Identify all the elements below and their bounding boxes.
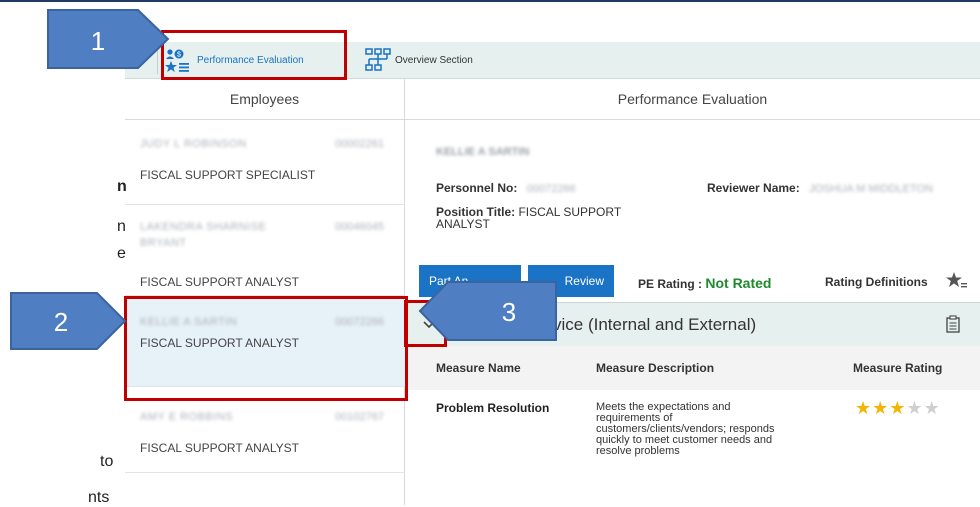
column-measure-rating: Measure Rating xyxy=(853,361,943,375)
employee-name: AMY E ROBBINS xyxy=(140,411,234,423)
callout-1-number: 1 xyxy=(91,26,105,56)
star-filled-icon[interactable]: ★ xyxy=(889,398,906,418)
employee-name-line2: BRYANT xyxy=(140,237,187,249)
employee-row[interactable]: JUDY L ROBINSON 00002261 FISCAL SUPPORT … xyxy=(125,120,405,205)
column-measure-description: Measure Description xyxy=(596,361,715,375)
column-measure-name: Measure Name xyxy=(436,361,521,375)
measure-description: Meets the expectations and requirements … xyxy=(596,402,775,457)
clipboard-icon[interactable] xyxy=(946,315,960,333)
pe-rating-value: Not Rated xyxy=(705,275,772,291)
callout-1: 1 xyxy=(47,9,170,69)
top-border xyxy=(0,0,980,2)
personnel-label: Personnel No: xyxy=(436,181,518,195)
personnel-number: Personnel No: 00072266 xyxy=(436,181,576,195)
position-value: FISCAL SUPPORT xyxy=(518,205,622,219)
table-row: Problem Resolution Meets the expectation… xyxy=(405,390,980,505)
measure-rating-stars[interactable]: ★★★★★ xyxy=(855,398,941,419)
rating-definitions-label: Rating Definitions xyxy=(825,275,928,289)
employee-name: LAKENDRA SHARNISE xyxy=(140,221,267,233)
employee-title: FISCAL SUPPORT ANALYST xyxy=(140,275,299,289)
rating-definitions-icon[interactable] xyxy=(946,272,968,290)
section-title: vice (Internal and External) xyxy=(553,315,757,334)
personnel-value: 00072266 xyxy=(526,183,576,195)
employee-row[interactable]: LAKENDRA SHARNISE BRYANT 00046045 FISCAL… xyxy=(125,205,405,296)
callout-3-number: 3 xyxy=(502,297,516,327)
star-empty-icon[interactable]: ★ xyxy=(924,398,941,418)
employee-number: 00046045 xyxy=(335,221,384,233)
employee-title: FISCAL SUPPORT ANALYST xyxy=(140,441,299,455)
employee-title: FISCAL SUPPORT SPECIALIST xyxy=(140,168,316,182)
reviewer-value: JOSHUA M MIDDLETON xyxy=(809,183,933,195)
background-text-4: to xyxy=(100,453,114,470)
tab-overview-section[interactable]: Overview Section xyxy=(365,42,473,78)
review-label: Review xyxy=(564,274,604,288)
overview-org-icon xyxy=(365,48,391,71)
employees-header: Employees xyxy=(125,79,404,120)
pe-rating-label: PE Rating : xyxy=(638,277,703,291)
highlight-box-employee xyxy=(124,296,408,401)
pe-rating: PE Rating : Not Rated xyxy=(638,275,771,291)
reviewer-name: Reviewer Name: JOSHUA M MIDDLETON xyxy=(707,181,933,195)
description-line: resolve problems xyxy=(596,445,680,457)
performance-header: Performance Evaluation xyxy=(405,79,980,120)
callout-3: 3 xyxy=(418,281,557,341)
tab-overview-label: Overview Section xyxy=(395,54,473,66)
rating-definitions-link[interactable]: Rating Definitions xyxy=(825,275,928,289)
background-text-5: nts xyxy=(88,489,110,506)
selected-employee-name: KELLIE A SARTIN xyxy=(436,146,530,158)
measure-name: Problem Resolution xyxy=(436,401,550,415)
star-filled-icon[interactable]: ★ xyxy=(855,398,872,418)
measures-table-header: Measure Name Measure Description Measure… xyxy=(405,346,980,390)
reviewer-label: Reviewer Name: xyxy=(707,181,800,195)
star-empty-icon[interactable]: ★ xyxy=(906,398,923,418)
callout-2-number: 2 xyxy=(54,307,68,337)
highlight-box-tab xyxy=(161,30,347,80)
employee-name: JUDY L ROBINSON xyxy=(140,138,247,150)
star-filled-icon[interactable]: ★ xyxy=(872,398,889,418)
position-value-line2: ANALYST xyxy=(436,217,490,231)
employee-number: 00002261 xyxy=(335,138,384,150)
position-title: Position Title: FISCAL SUPPORT ANALYST xyxy=(436,206,621,230)
employee-number: 00102767 xyxy=(335,411,384,423)
callout-2: 2 xyxy=(10,292,127,350)
